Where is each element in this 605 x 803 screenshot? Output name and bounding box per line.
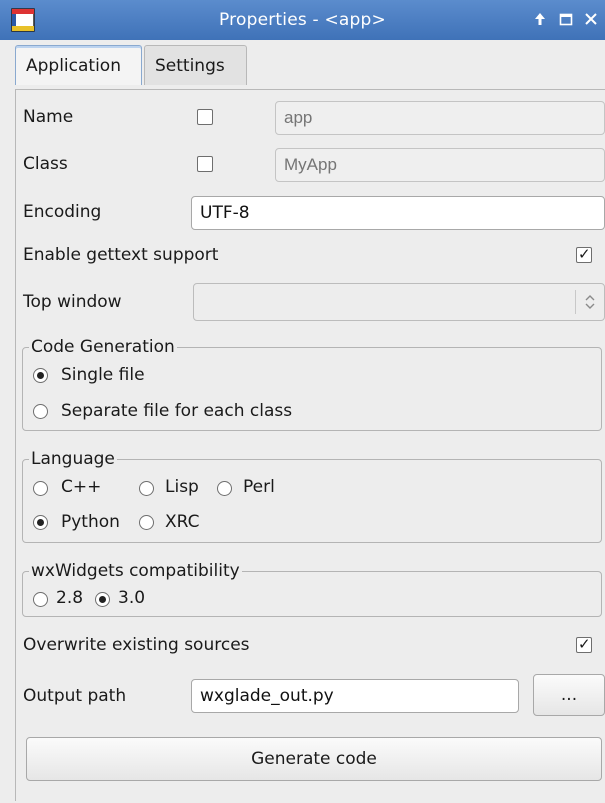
gettext-checkbox[interactable]: ✓	[576, 246, 592, 263]
overwrite-label: Overwrite existing sources	[23, 635, 250, 655]
wx-2-8-label: 2.8	[56, 588, 84, 608]
separate-file-radio[interactable]	[33, 404, 48, 419]
name-field[interactable]	[275, 101, 605, 135]
encoding-field[interactable]: UTF-8	[191, 196, 605, 230]
wx-2-8-radio[interactable]	[33, 592, 48, 607]
browse-button[interactable]: ...	[533, 674, 605, 716]
top-window-combo[interactable]	[193, 283, 605, 321]
python-label: Python	[61, 512, 120, 532]
wx-3-0-label: 3.0	[118, 588, 146, 608]
window-titlebar[interactable]: Properties - <app>	[0, 0, 605, 40]
class-checkbox[interactable]	[197, 156, 213, 172]
compat-group: wxWidgets compatibility	[22, 561, 602, 617]
perl-radio[interactable]	[217, 481, 232, 496]
single-file-radio[interactable]	[33, 368, 48, 383]
tab-settings[interactable]: Settings	[144, 45, 247, 85]
cpp-radio[interactable]	[33, 481, 48, 496]
encoding-label: Encoding	[23, 202, 102, 222]
maximize-icon[interactable]	[557, 10, 575, 28]
perl-label: Perl	[243, 477, 275, 497]
updown-arrows-icon	[585, 295, 595, 309]
window-up-icon[interactable]	[531, 10, 549, 28]
window-title: Properties - <app>	[219, 10, 386, 30]
output-path-label: Output path	[23, 686, 127, 706]
tab-settings-label: Settings	[155, 56, 225, 76]
single-file-label: Single file	[61, 365, 145, 385]
code-generation-title: Code Generation	[29, 337, 177, 357]
generate-code-button[interactable]: Generate code	[26, 737, 602, 781]
top-window-label: Top window	[23, 292, 122, 312]
lisp-radio[interactable]	[139, 481, 154, 496]
lisp-label: Lisp	[165, 477, 199, 497]
compat-title: wxWidgets compatibility	[29, 561, 242, 581]
combo-separator	[575, 290, 576, 314]
language-title: Language	[29, 449, 117, 469]
class-label: Class	[23, 154, 68, 174]
close-icon[interactable]	[582, 10, 600, 28]
wx-3-0-radio[interactable]	[95, 592, 110, 607]
overwrite-checkbox[interactable]: ✓	[576, 636, 592, 653]
python-radio[interactable]	[33, 515, 48, 530]
xrc-radio[interactable]	[139, 515, 154, 530]
gettext-label: Enable gettext support	[23, 245, 219, 265]
name-checkbox[interactable]	[197, 109, 213, 125]
tab-application-label: Application	[26, 56, 121, 76]
output-path-field[interactable]: wxglade_out.py	[191, 679, 519, 713]
name-label: Name	[23, 107, 74, 127]
cpp-label: C++	[61, 477, 102, 497]
separate-file-label: Separate file for each class	[61, 401, 293, 421]
xrc-label: XRC	[165, 512, 200, 532]
tab-application[interactable]: Application	[15, 45, 142, 85]
class-field[interactable]	[275, 148, 605, 182]
